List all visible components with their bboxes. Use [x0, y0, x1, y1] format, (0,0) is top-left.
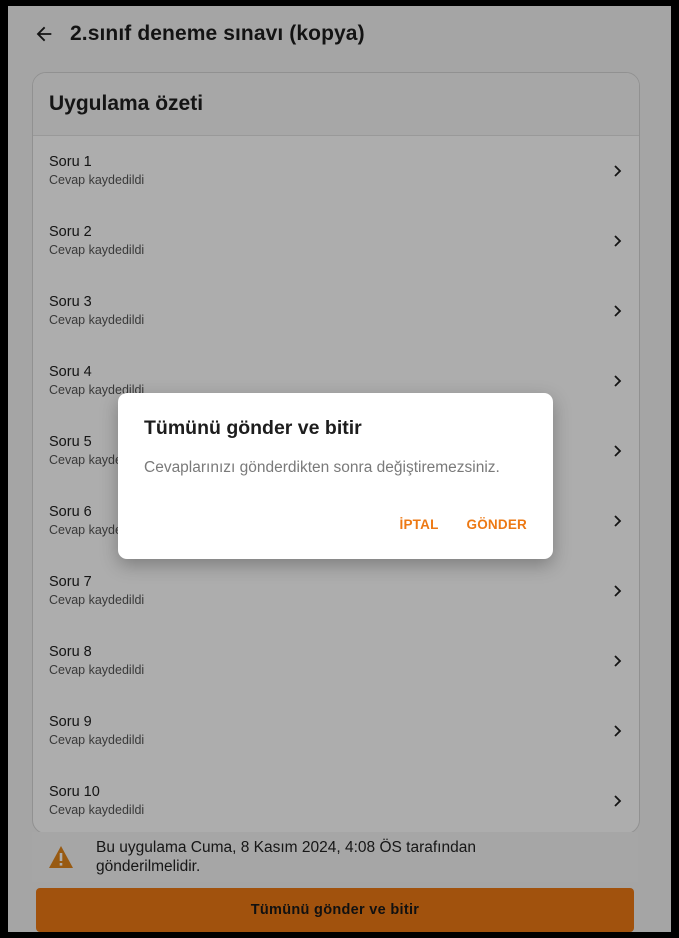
dialog-title: Tümünü gönder ve bitir: [144, 417, 362, 439]
confirm-button[interactable]: GÖNDER: [467, 517, 527, 532]
app-frame: 2.sınıf deneme sınavı (kopya) Uygulama ö…: [8, 6, 671, 932]
dialog-actions: İPTAL GÖNDER: [400, 517, 527, 532]
confirm-dialog: Tümünü gönder ve bitir Cevaplarınızı gön…: [118, 393, 553, 559]
cancel-button[interactable]: İPTAL: [400, 517, 439, 532]
dialog-message: Cevaplarınızı gönderdikten sonra değişti…: [144, 459, 500, 476]
